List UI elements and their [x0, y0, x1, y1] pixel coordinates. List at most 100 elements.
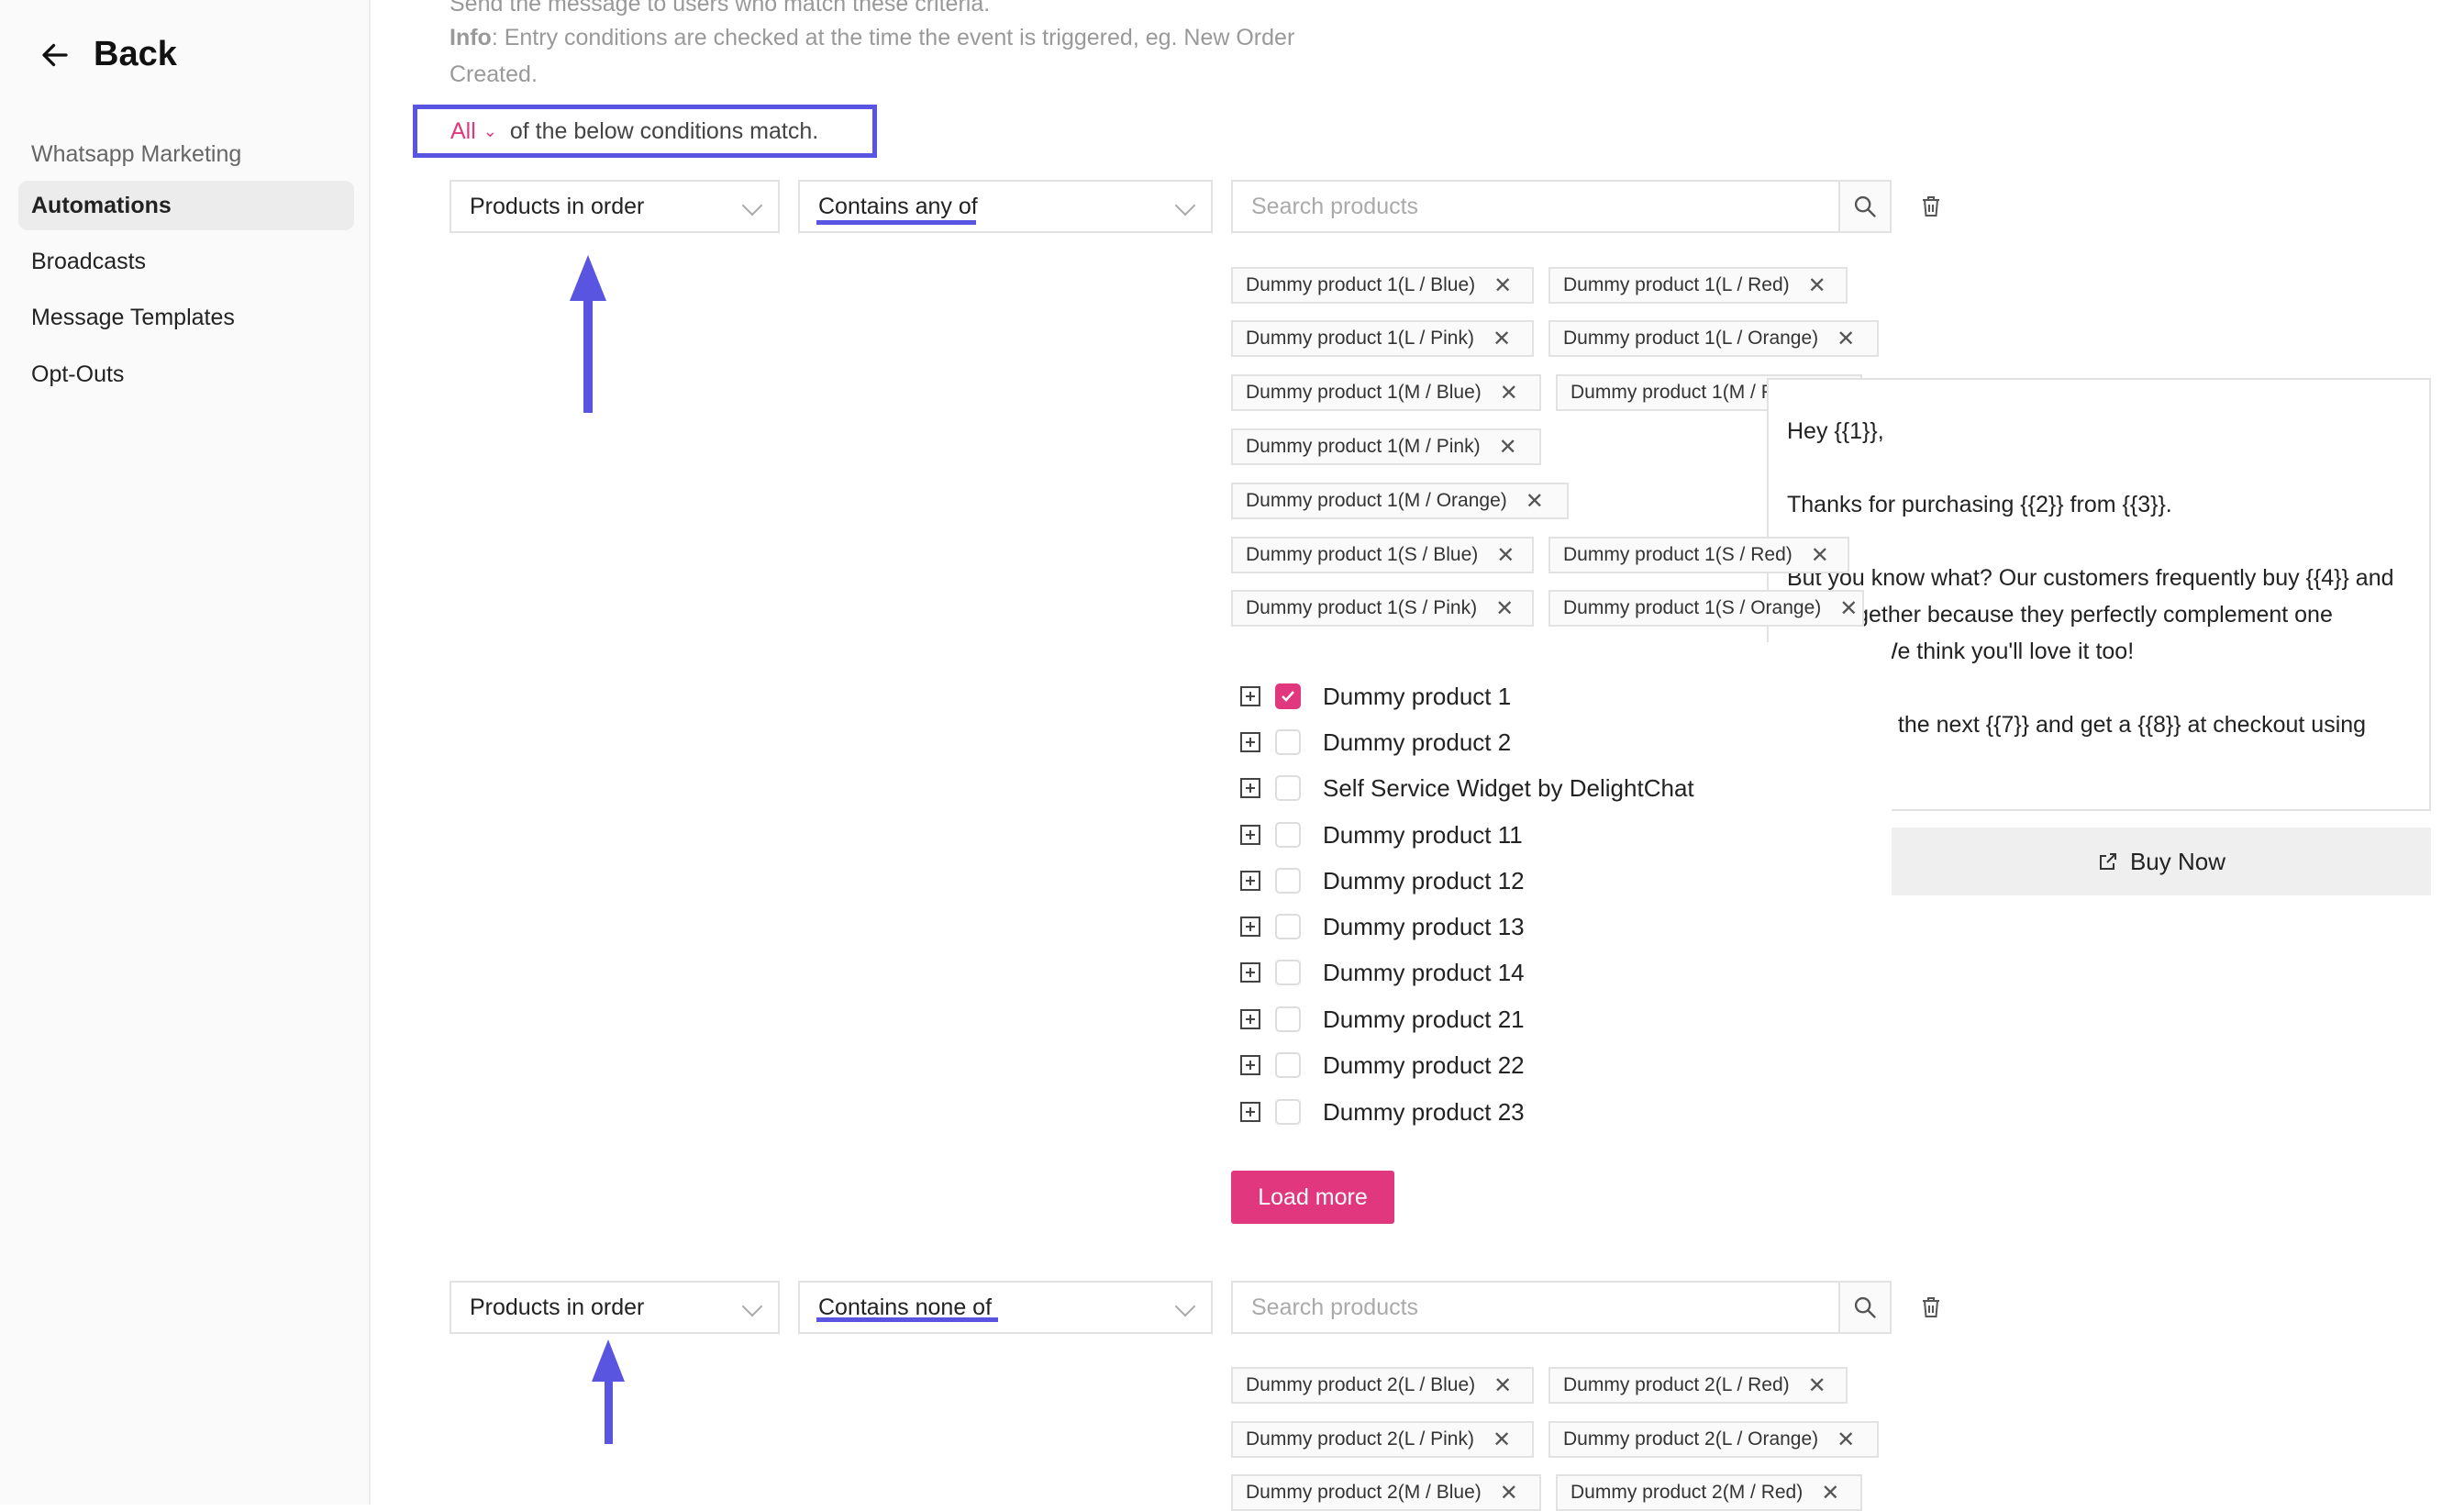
product-tag-label: Dummy product 1(S / Pink) — [1246, 597, 1478, 618]
close-icon[interactable]: ✕ — [1493, 326, 1511, 352]
tree-item-label: Self Service Widget by DelightChat — [1323, 773, 1694, 802]
tree-item[interactable]: Dummy product 11 — [1240, 817, 1523, 853]
criteria-description: Send the message to users who match thes… — [450, 0, 991, 17]
load-more-button[interactable]: Load more — [1231, 1171, 1394, 1224]
condition-field-value: Products in order — [470, 193, 645, 219]
tree-item[interactable]: Dummy product 23 — [1240, 1094, 1525, 1130]
product-tag-label: Dummy product 1(L / Red) — [1563, 274, 1790, 295]
sidebar-item-opt-outs[interactable]: Opt-Outs — [18, 350, 354, 399]
chevron-down-icon — [741, 194, 763, 217]
search-button[interactable] — [1838, 1281, 1892, 1334]
expand-icon[interactable] — [1240, 778, 1260, 798]
expand-icon[interactable] — [1240, 1009, 1260, 1029]
close-icon[interactable]: ✕ — [1808, 1372, 1826, 1399]
back-label: Back — [94, 35, 177, 73]
close-icon[interactable]: ✕ — [1493, 1427, 1511, 1453]
tree-item[interactable]: Dummy product 14 — [1240, 954, 1525, 991]
close-icon[interactable]: ✕ — [1493, 272, 1512, 299]
preview-line: Hey {{1}}, — [1787, 418, 1884, 444]
product-tag-label: Dummy product 2(L / Pink) — [1246, 1428, 1474, 1450]
check-icon — [1282, 691, 1294, 702]
product-tag: Dummy product 2(M / Blue) ✕ — [1231, 1474, 1541, 1511]
tree-item-label: Dummy product 23 — [1323, 1097, 1525, 1126]
sidebar-item-message-templates[interactable]: Message Templates — [18, 293, 354, 342]
close-icon[interactable]: ✕ — [1526, 488, 1544, 515]
close-icon[interactable]: ✕ — [1821, 1480, 1839, 1506]
delete-condition-button[interactable] — [1917, 1294, 1945, 1321]
product-tag: Dummy product 1(M / Pink) ✕ — [1231, 428, 1541, 465]
condition-field-select[interactable]: Products in order — [450, 1281, 780, 1334]
chevron-down-icon — [1174, 1295, 1196, 1317]
product-tag-label: Dummy product 1(S / Orange) — [1563, 597, 1822, 618]
checkbox[interactable] — [1275, 1099, 1301, 1125]
back-button[interactable]: Back — [39, 35, 177, 74]
condition-operator-select[interactable]: Contains any of — [798, 180, 1213, 233]
sidebar-item-automations[interactable]: Automations — [18, 181, 354, 230]
annotation-arrow-up — [570, 255, 606, 413]
tree-item-label: Dummy product 14 — [1323, 958, 1525, 986]
tree-item[interactable]: Dummy product 22 — [1240, 1047, 1525, 1083]
product-tag-label: Dummy product 1(S / Red) — [1563, 544, 1793, 565]
close-icon[interactable]: ✕ — [1500, 1480, 1518, 1506]
tree-item[interactable]: Dummy product 1 — [1240, 678, 1511, 715]
tree-item-label: Dummy product 2 — [1323, 728, 1512, 756]
tree-item-label: Dummy product 13 — [1323, 912, 1525, 940]
checkbox[interactable] — [1275, 960, 1301, 985]
close-icon[interactable]: ✕ — [1496, 542, 1515, 569]
sidebar-item-broadcasts[interactable]: Broadcasts — [18, 237, 354, 286]
checkbox[interactable] — [1275, 822, 1301, 848]
tree-item-label: Dummy product 1 — [1323, 682, 1512, 710]
product-search-input[interactable]: Search products — [1231, 1281, 1840, 1334]
close-icon[interactable]: ✕ — [1495, 595, 1514, 622]
chevron-down-icon: ⌄ — [483, 121, 497, 140]
tree-item[interactable]: Self Service Widget by DelightChat — [1240, 770, 1694, 806]
tree-item[interactable]: Dummy product 12 — [1240, 862, 1525, 899]
close-icon[interactable]: ✕ — [1493, 1372, 1512, 1399]
chevron-down-icon — [741, 1295, 763, 1317]
expand-icon[interactable] — [1240, 1102, 1260, 1122]
search-button[interactable] — [1838, 180, 1892, 233]
close-icon[interactable]: ✕ — [1808, 272, 1826, 299]
expand-icon[interactable] — [1240, 871, 1260, 891]
tree-item[interactable]: Dummy product 13 — [1240, 908, 1525, 945]
product-tag-label: Dummy product 2(M / Blue) — [1246, 1482, 1482, 1503]
checkbox[interactable] — [1275, 1052, 1301, 1078]
close-icon[interactable]: ✕ — [1811, 542, 1829, 569]
checkbox[interactable] — [1275, 775, 1301, 801]
delete-condition-button[interactable] — [1917, 193, 1945, 220]
product-tag-label: Dummy product 2(M / Red) — [1571, 1482, 1804, 1503]
sidebar: Back Whatsapp Marketing Automations Broa… — [0, 0, 371, 1505]
match-mode-select[interactable]: All — [450, 118, 476, 145]
preview-line: Thanks for purchasing {{2}} from {{3}}. — [1787, 492, 2172, 517]
buy-now-button[interactable]: Buy Now — [1892, 828, 2431, 895]
product-search-input[interactable]: Search products — [1231, 180, 1840, 233]
close-icon[interactable]: ✕ — [1499, 434, 1517, 461]
trash-icon — [1923, 1297, 1939, 1317]
tree-item[interactable]: Dummy product 2 — [1240, 724, 1511, 761]
checkbox[interactable] — [1275, 868, 1301, 894]
product-tag: Dummy product 1(L / Blue) ✕ — [1231, 267, 1534, 304]
condition-operator-select[interactable]: Contains none of — [798, 1281, 1213, 1334]
checkbox[interactable] — [1275, 683, 1301, 709]
close-icon[interactable]: ✕ — [1500, 380, 1518, 406]
checkbox[interactable] — [1275, 729, 1301, 755]
expand-icon[interactable] — [1240, 732, 1260, 752]
expand-icon[interactable] — [1240, 686, 1260, 706]
product-tag: Dummy product 1(S / Red) ✕ — [1548, 537, 1849, 573]
match-mode-suffix: of the below conditions match. — [509, 117, 819, 144]
external-link-icon — [2099, 853, 2116, 870]
info-text-continued: Created. — [450, 61, 538, 87]
tree-item[interactable]: Dummy product 21 — [1240, 1001, 1525, 1038]
close-icon[interactable]: ✕ — [1837, 1427, 1855, 1453]
close-icon[interactable]: ✕ — [1839, 595, 1858, 622]
expand-icon[interactable] — [1240, 962, 1260, 983]
condition-field-select[interactable]: Products in order — [450, 180, 780, 233]
checkbox[interactable] — [1275, 1006, 1301, 1032]
expand-icon[interactable] — [1240, 825, 1260, 845]
expand-icon[interactable] — [1240, 917, 1260, 937]
condition-operator-value: Contains any of — [818, 193, 978, 219]
product-tag: Dummy product 1(M / Blue) ✕ — [1231, 374, 1541, 411]
close-icon[interactable]: ✕ — [1837, 326, 1855, 352]
expand-icon[interactable] — [1240, 1055, 1260, 1075]
checkbox[interactable] — [1275, 914, 1301, 939]
